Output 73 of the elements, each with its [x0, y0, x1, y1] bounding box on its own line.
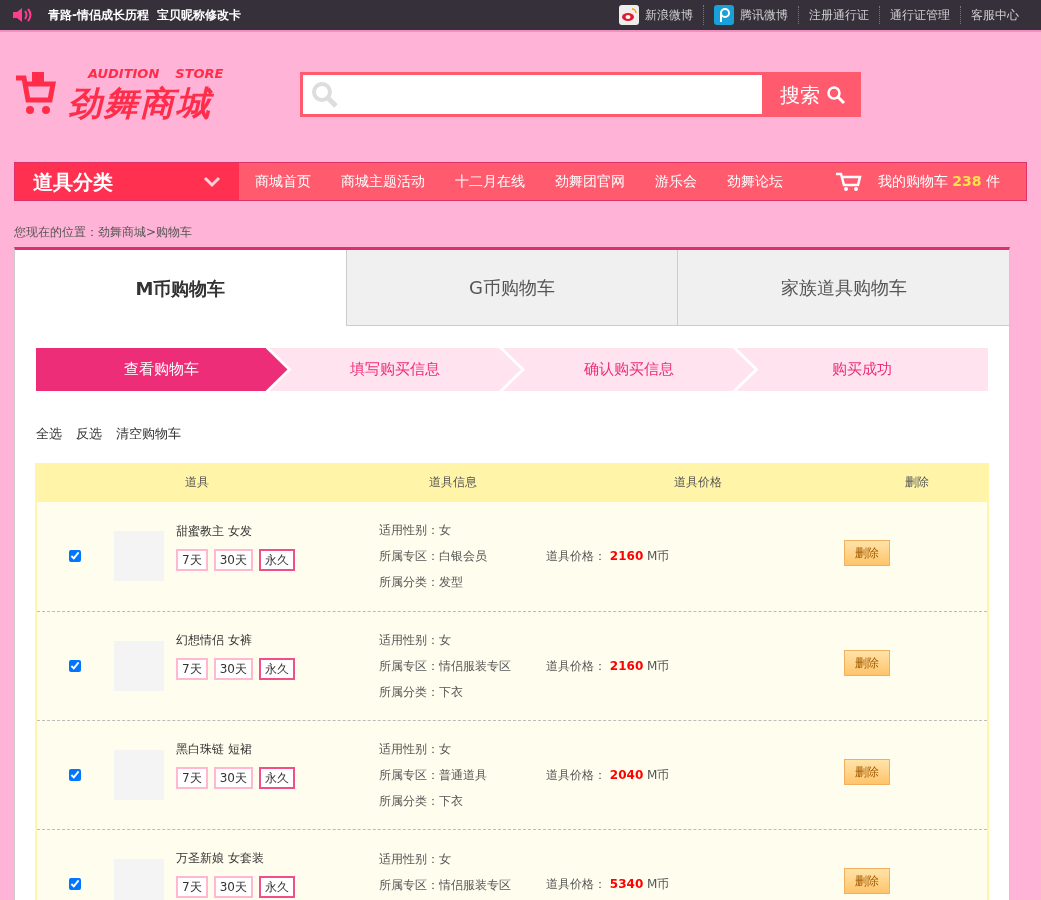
item-price: 道具价格： 2160 M币 [546, 657, 671, 675]
breadcrumb: 您现在的位置：劲舞商城>购物车 [14, 224, 194, 241]
item-info: 所属专区：情侣服装专区 [379, 657, 512, 675]
duration-option[interactable]: 30天 [213, 548, 253, 571]
step-indicator: 购买成功 [736, 348, 988, 391]
duration-option[interactable]: 7天 [176, 767, 208, 789]
top-link[interactable]: 青路-情侣成长历程 [48, 6, 149, 24]
search-icon [311, 80, 339, 109]
item-name: 甜蜜教主 女发 [176, 522, 253, 540]
top-link[interactable]: 通行证管理 [890, 6, 950, 24]
duration-option[interactable]: 30天 [213, 767, 253, 789]
delete-button[interactable]: 删除 [844, 867, 890, 894]
action-link[interactable]: 反选 [76, 424, 102, 444]
search-icon [826, 84, 846, 105]
item-info: 所属专区：情侣服装专区 [379, 876, 512, 894]
top-link[interactable]: 新浪微博 [645, 6, 693, 24]
action-link[interactable]: 全选 [36, 424, 62, 444]
logo-tagline: STORE [175, 66, 224, 82]
item-info: 所属专区：普通道具 [379, 766, 488, 784]
item-checkbox[interactable] [69, 659, 81, 672]
duration-option[interactable]: 永久 [258, 658, 295, 680]
top-link[interactable]: 注册通行证 [809, 6, 869, 24]
item-info: 所属专区：白银会员 [379, 548, 488, 565]
column-header: 删除 [904, 474, 930, 491]
action-link[interactable]: 清空购物车 [116, 424, 181, 444]
column-header: 道具 [184, 474, 210, 491]
column-header: 道具信息 [428, 474, 478, 491]
logo-title: 劲舞商城 [68, 82, 212, 124]
item-name: 万圣新娘 女套装 [176, 850, 265, 867]
duration-option[interactable]: 30天 [213, 876, 253, 898]
item-price: 道具价格： 5340 M币 [546, 875, 671, 893]
cart-icon [835, 171, 862, 192]
item-price: 道具价格： 2160 M币 [546, 548, 671, 565]
duration-option[interactable]: 永久 [258, 767, 295, 789]
item-name: 幻想情侣 女裤 [176, 632, 253, 649]
item-price: 道具价格： 2040 M币 [546, 766, 671, 784]
item-checkbox[interactable] [69, 877, 81, 890]
speaker-icon [12, 7, 34, 23]
top-link[interactable]: 腾讯微博 [740, 6, 788, 24]
item-info: 适用性别：女 [379, 631, 452, 649]
duration-option[interactable]: 永久 [258, 876, 295, 898]
step-indicator: 确认购买信息 [503, 348, 755, 391]
item-info: 适用性别：女 [379, 740, 452, 758]
item-checkbox[interactable] [69, 550, 81, 562]
cart-tab[interactable]: G币购物车 [345, 250, 678, 326]
item-checkbox[interactable] [69, 768, 81, 781]
duration-option[interactable]: 7天 [176, 876, 208, 898]
item-info: 所属分类：下衣 [379, 683, 464, 701]
cart-logo-icon [14, 72, 58, 116]
logo-tagline: AUDITION [88, 66, 160, 82]
duration-option[interactable]: 7天 [176, 658, 208, 680]
delete-button[interactable]: 删除 [844, 540, 890, 566]
duration-option[interactable]: 30天 [213, 658, 253, 680]
column-header: 道具价格 [673, 474, 723, 491]
top-link[interactable]: 客服中心 [971, 6, 1019, 24]
chevron-down-icon [203, 175, 221, 188]
category-menu[interactable]: 道具分类 [15, 163, 239, 200]
delete-button[interactable]: 删除 [844, 758, 890, 785]
item-info: 适用性别：女 [379, 850, 452, 868]
weibo-icon [619, 5, 639, 25]
item-info: 适用性别：女 [379, 522, 452, 539]
search-field[interactable] [300, 72, 765, 117]
item-info: 所属分类：发型 [379, 574, 464, 591]
step-indicator: 查看购物车 [36, 348, 288, 391]
top-link[interactable]: 宝贝昵称修改卡 [157, 6, 241, 24]
cart-tab[interactable]: 家族道具购物车 [677, 250, 1009, 326]
duration-option[interactable]: 7天 [176, 548, 208, 571]
step-indicator: 填写购买信息 [269, 348, 521, 391]
item-info: 所属分类：下衣 [379, 792, 464, 810]
item-name: 黑白珠链 短裙 [176, 741, 253, 758]
delete-button[interactable]: 删除 [844, 649, 890, 676]
tencent-weibo-icon [714, 5, 734, 25]
duration-option[interactable]: 永久 [258, 548, 295, 571]
